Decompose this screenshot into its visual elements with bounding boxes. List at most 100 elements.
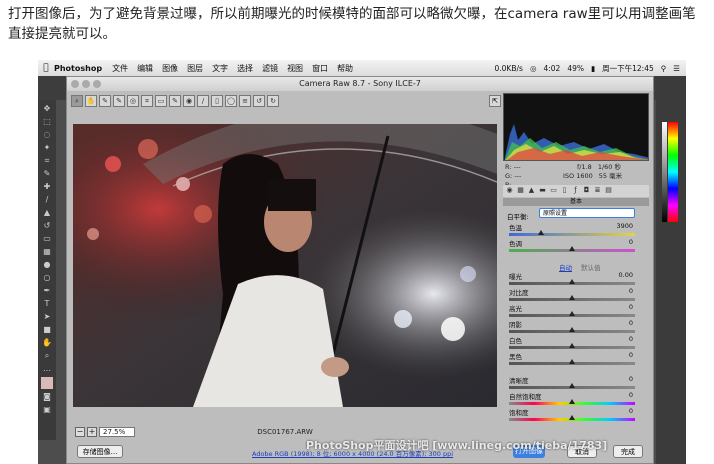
type-tool-icon[interactable]: T: [42, 299, 53, 309]
slider-handle[interactable]: [569, 343, 575, 348]
basic-tab-icon[interactable]: ◉: [505, 185, 514, 195]
presets-tab-icon[interactable]: ≣: [593, 185, 602, 195]
more-tools-icon[interactable]: …: [42, 364, 53, 374]
red-eye-icon[interactable]: ◉: [183, 95, 195, 107]
slider-value[interactable]: 0: [601, 335, 633, 343]
brush-tool-icon[interactable]: /: [42, 195, 53, 205]
slider-value[interactable]: 0: [601, 375, 633, 383]
menu-app-name[interactable]: Photoshop: [54, 64, 102, 73]
slider-handle[interactable]: [569, 246, 575, 251]
hsl-tab-icon[interactable]: ▬: [538, 185, 547, 195]
slider-handle[interactable]: [569, 295, 575, 300]
crop-tool-icon[interactable]: ⌗: [42, 156, 53, 166]
slider-value[interactable]: 0: [601, 319, 633, 327]
menu-filter[interactable]: 滤镜: [262, 63, 278, 74]
graduated-filter-icon[interactable]: ▯: [211, 95, 223, 107]
color-sampler-icon[interactable]: ✎: [113, 95, 125, 107]
snapshots-tab-icon[interactable]: ▤: [604, 185, 613, 195]
zoom-icon[interactable]: ⌕: [71, 95, 83, 107]
menubar-date[interactable]: 周一下午12:45: [602, 63, 654, 74]
hand-icon[interactable]: ✋: [85, 95, 97, 107]
eyedropper-icon[interactable]: ✎: [42, 169, 53, 179]
straighten-icon[interactable]: ▭: [155, 95, 167, 107]
marquee-tool-icon[interactable]: ⬚: [42, 117, 53, 127]
slider-value[interactable]: 0: [601, 391, 633, 399]
menu-help[interactable]: 帮助: [337, 63, 353, 74]
color-swatch-icon[interactable]: [41, 377, 53, 389]
menu-file[interactable]: 文件: [112, 63, 128, 74]
slider-value[interactable]: 0: [601, 303, 633, 311]
rotate-right-icon[interactable]: ↻: [267, 95, 279, 107]
preferences-icon[interactable]: ≡: [239, 95, 251, 107]
rotate-left-icon[interactable]: ↺: [253, 95, 265, 107]
move-tool-icon[interactable]: ✥: [42, 104, 53, 114]
minimize-window-button[interactable]: [82, 80, 90, 88]
menu-layer[interactable]: 图层: [187, 63, 203, 74]
menu-select[interactable]: 选择: [237, 63, 253, 74]
white-balance-select[interactable]: 原照设置: [539, 208, 635, 218]
menu-edit[interactable]: 编辑: [137, 63, 153, 74]
menu-image[interactable]: 图像: [162, 63, 178, 74]
spotlight-icon[interactable]: ⚲: [661, 64, 667, 73]
magic-wand-icon[interactable]: ✦: [42, 143, 53, 153]
white-balance-icon[interactable]: ✎: [99, 95, 111, 107]
color-spectrum[interactable]: [668, 122, 678, 222]
save-image-button[interactable]: 存储图像...: [77, 445, 123, 458]
blur-icon[interactable]: ●: [42, 260, 53, 270]
radial-filter-icon[interactable]: ◯: [225, 95, 237, 107]
eraser-icon[interactable]: ▭: [42, 234, 53, 244]
fx-tab-icon[interactable]: ƒ: [571, 185, 580, 195]
slider-handle[interactable]: [537, 230, 544, 235]
menubar-time: 4:02: [543, 63, 561, 73]
tone-curve-tab-icon[interactable]: ▦: [516, 185, 525, 195]
menu-type[interactable]: 文字: [212, 63, 228, 74]
screen-mode-icon[interactable]: ▣: [42, 405, 53, 415]
slider-handle[interactable]: [569, 327, 575, 332]
fullscreen-icon[interactable]: ⇱: [489, 95, 501, 107]
slider-value[interactable]: 0: [601, 407, 633, 415]
g-label: G:: [505, 172, 513, 180]
done-button[interactable]: 完成: [613, 445, 643, 458]
path-select-icon[interactable]: ➤: [42, 312, 53, 322]
hand-tool-icon[interactable]: ✋: [42, 338, 53, 348]
slider-handle[interactable]: [569, 399, 575, 404]
pen-tool-icon[interactable]: ✒: [42, 286, 53, 296]
crop-icon[interactable]: ⌗: [141, 95, 153, 107]
menu-list-icon[interactable]: ☰: [673, 64, 680, 73]
battery-icon[interactable]: ▮: [591, 64, 595, 73]
slider-value[interactable]: 0: [601, 238, 633, 246]
close-window-button[interactable]: [71, 80, 79, 88]
shape-tool-icon[interactable]: ■: [42, 325, 53, 335]
target-adjust-icon[interactable]: ◎: [127, 95, 139, 107]
zoom-window-button[interactable]: [93, 80, 101, 88]
menu-view[interactable]: 视图: [287, 63, 303, 74]
lens-tab-icon[interactable]: ▯: [560, 185, 569, 195]
slider-value[interactable]: 0.00: [601, 271, 633, 279]
zoom-tool-icon[interactable]: ⌕: [42, 351, 53, 361]
image-preview[interactable]: [73, 124, 497, 407]
slider-handle[interactable]: [569, 359, 575, 364]
gradient-icon[interactable]: ▦: [42, 247, 53, 257]
slider-value[interactable]: 0: [601, 351, 633, 359]
slider-handle[interactable]: [569, 279, 575, 284]
slider-value[interactable]: 0: [601, 287, 633, 295]
camera-calibration-tab-icon[interactable]: ◘: [582, 185, 591, 195]
split-toning-tab-icon[interactable]: ▭: [549, 185, 558, 195]
slider-handle[interactable]: [569, 311, 575, 316]
slider-value[interactable]: 3900: [601, 222, 633, 230]
slider-track[interactable]: [509, 233, 635, 236]
healing-icon[interactable]: ✚: [42, 182, 53, 192]
stamp-tool-icon[interactable]: ▲: [42, 208, 53, 218]
menu-window[interactable]: 窗口: [312, 63, 328, 74]
adjustment-brush-icon[interactable]: /: [197, 95, 209, 107]
history-brush-icon[interactable]: ↺: [42, 221, 53, 231]
spot-removal-icon[interactable]: ✎: [169, 95, 181, 107]
apple-icon[interactable]: : [38, 63, 54, 73]
wifi-icon[interactable]: ◎: [530, 64, 537, 73]
dodge-icon[interactable]: ○: [42, 273, 53, 283]
slider-handle[interactable]: [569, 415, 575, 420]
lasso-tool-icon[interactable]: ◌: [42, 130, 53, 140]
quick-mask-icon[interactable]: ◙: [42, 392, 53, 402]
slider-handle[interactable]: [569, 383, 575, 388]
detail-tab-icon[interactable]: ▲: [527, 185, 536, 195]
